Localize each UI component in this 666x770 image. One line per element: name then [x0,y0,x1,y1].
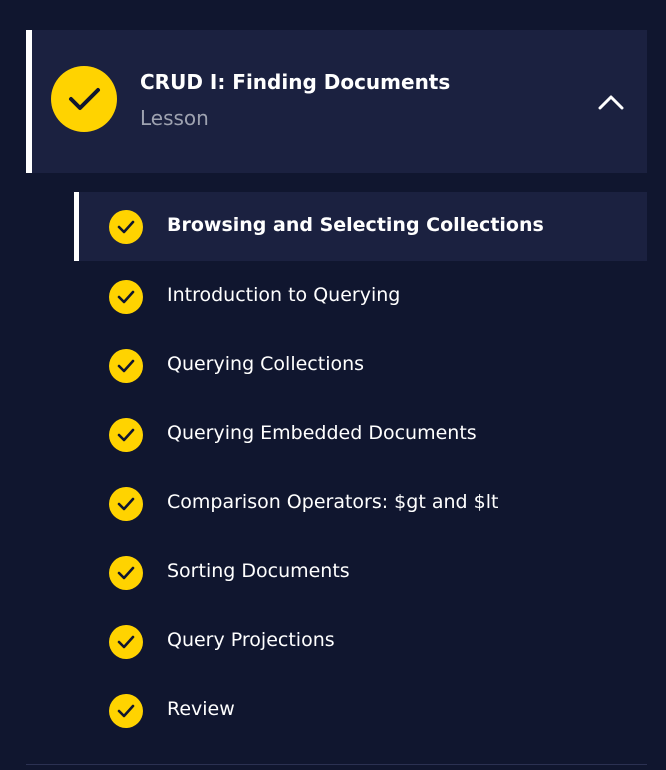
lesson-item[interactable]: Comparison Operators: $gt and $lt [74,469,647,538]
lesson-type-label: Lesson [140,106,209,130]
lesson-title: CRUD I: Finding Documents [140,70,451,94]
lesson-item-label: Sorting Documents [167,560,350,582]
lesson-item[interactable]: Browsing and Selecting Collections [74,192,647,261]
lesson-item-label: Comparison Operators: $gt and $lt [167,491,499,513]
check-icon [109,487,143,521]
check-icon [109,418,143,452]
lesson-complete-icon [51,66,117,132]
lesson-item[interactable]: Sorting Documents [74,538,647,607]
lesson-item[interactable]: Querying Collections [74,331,647,400]
check-icon [109,349,143,383]
lesson-item[interactable]: Querying Embedded Documents [74,400,647,469]
active-indicator [74,192,79,261]
divider [26,764,647,765]
check-icon [109,280,143,314]
course-sidebar: CRUD I: Finding Documents Lesson Browsin… [0,0,666,770]
check-icon [109,625,143,659]
lesson-item-label: Review [167,698,235,720]
lesson-item-label: Introduction to Querying [167,284,401,306]
lesson-item-label: Querying Collections [167,353,365,375]
lesson-item-label: Query Projections [167,629,335,651]
check-icon [109,556,143,590]
lesson-item[interactable]: Query Projections [74,607,647,676]
collapse-button[interactable] [586,86,634,118]
lesson-item-label: Querying Embedded Documents [167,422,477,444]
lesson-item[interactable]: Introduction to Querying [74,262,647,331]
lesson-item[interactable]: Review [74,676,647,745]
check-icon [109,694,143,728]
check-icon [109,210,143,244]
lesson-header[interactable]: CRUD I: Finding Documents Lesson [26,30,647,173]
lesson-item-label: Browsing and Selecting Collections [167,214,544,236]
active-indicator [26,30,32,173]
